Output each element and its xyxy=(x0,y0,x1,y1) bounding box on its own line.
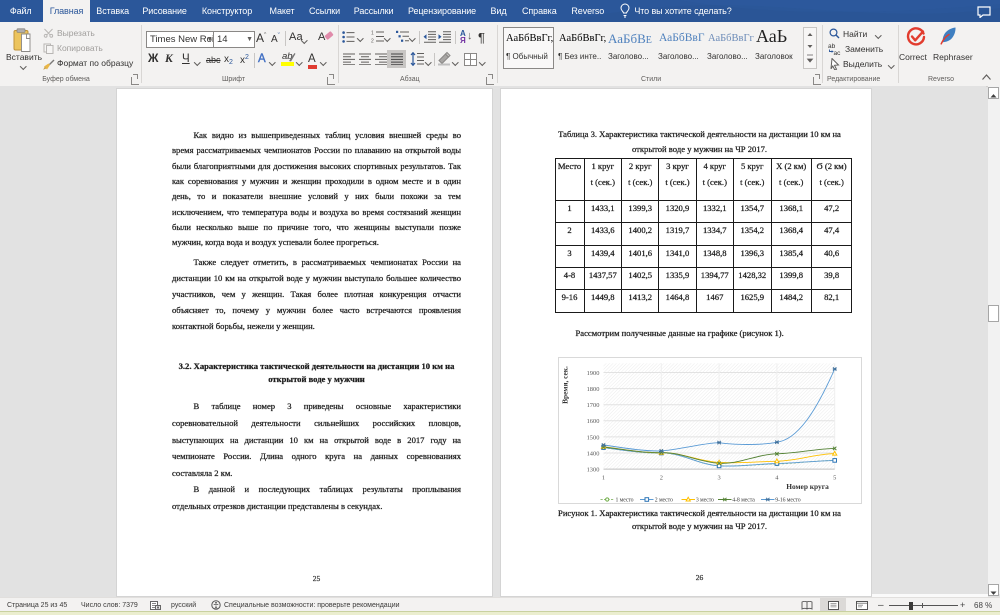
svg-text:1700: 1700 xyxy=(587,402,600,409)
svg-text:1400: 1400 xyxy=(587,450,600,457)
svg-text:ac: ac xyxy=(834,50,842,55)
svg-text:1 место: 1 место xyxy=(616,497,634,503)
svg-text:1600: 1600 xyxy=(587,418,600,425)
svg-text:1300: 1300 xyxy=(587,466,600,473)
svg-text:1900: 1900 xyxy=(587,369,600,376)
svg-text:1: 1 xyxy=(602,474,605,481)
svg-text:3: 3 xyxy=(717,474,720,481)
svg-text:9-16 место: 9-16 место xyxy=(775,497,801,503)
svg-text:5: 5 xyxy=(833,474,836,481)
svg-text:2: 2 xyxy=(660,474,663,481)
svg-text:1500: 1500 xyxy=(587,434,600,441)
svg-text:Номер круга: Номер круга xyxy=(786,481,829,490)
svg-text:1800: 1800 xyxy=(587,386,600,393)
svg-text:Время, сек.: Время, сек. xyxy=(561,365,570,403)
svg-text:1: 1 xyxy=(371,31,374,37)
svg-text:2: 2 xyxy=(371,39,374,44)
svg-text:4-8 места: 4-8 места xyxy=(732,497,755,503)
svg-text:3 место: 3 место xyxy=(696,497,714,503)
svg-text:2 место: 2 место xyxy=(655,497,673,503)
